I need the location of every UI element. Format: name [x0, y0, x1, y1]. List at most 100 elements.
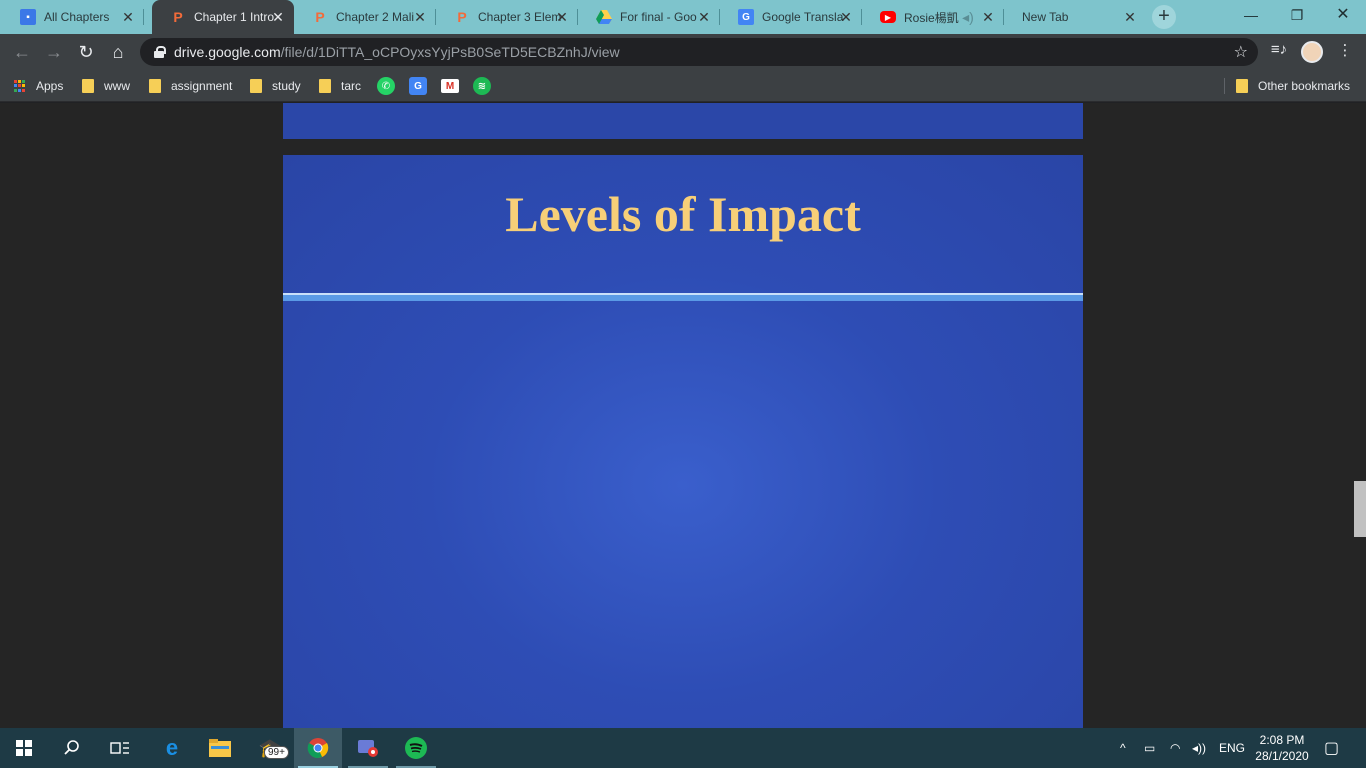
tab-strip: ▪ All Chapters ✕ P Chapter 1 Intro ✕ P C…	[0, 0, 1366, 34]
search-button[interactable]	[48, 728, 96, 768]
minimize-button[interactable]: —	[1228, 0, 1274, 30]
tab-youtube[interactable]: ▶ Rosie楊凱 ◂) ✕	[862, 0, 1004, 34]
google-translate-icon[interactable]: G	[409, 77, 427, 95]
close-tab-icon[interactable]: ✕	[554, 9, 570, 26]
browser-toolbar: ← → ↻ ⌂ drive.google.com/file/d/1DiTTA_o…	[0, 34, 1366, 70]
folder-icon	[319, 79, 331, 93]
reload-button[interactable]: ↻	[74, 40, 98, 64]
tab-title: For final - Goo	[620, 10, 697, 24]
home-button[interactable]: ⌂	[106, 40, 130, 64]
bookmark-folder-study[interactable]: study	[250, 76, 301, 96]
lock-icon[interactable]	[154, 46, 166, 58]
chrome-taskbar-button[interactable]	[294, 728, 342, 768]
scrollbar-thumb[interactable]	[1354, 481, 1366, 537]
forward-button[interactable]: →	[42, 40, 66, 64]
tab-title: All Chapters	[44, 10, 110, 24]
tab-new-tab[interactable]: New Tab ✕	[1004, 0, 1146, 34]
bookmark-apps[interactable]: Apps	[14, 76, 63, 96]
profile-avatar[interactable]	[1301, 41, 1323, 63]
task-view-icon	[110, 742, 129, 754]
document-viewer[interactable]: Levels of Impact	[0, 103, 1366, 728]
tab-chapter-2[interactable]: P Chapter 2 Mali ✕	[294, 0, 436, 34]
wifi-icon[interactable]: ◠	[1170, 728, 1180, 768]
restore-button[interactable]: ❐	[1274, 0, 1320, 30]
slide-title-rule	[283, 293, 1083, 301]
bookmark-other[interactable]: Other bookmarks	[1236, 76, 1350, 96]
mute-tab-icon[interactable]: ◂)	[960, 9, 976, 26]
bookmark-label: www	[104, 79, 130, 93]
close-tab-icon[interactable]: ✕	[412, 9, 428, 26]
tab-title: Chapter 3 Elem	[478, 10, 562, 24]
menu-kebab-icon[interactable]: ⋮	[1334, 41, 1356, 59]
close-tab-icon[interactable]: ✕	[980, 9, 996, 26]
tab-google-translate[interactable]: G Google Transla ✕	[720, 0, 862, 34]
gmail-icon[interactable]: M	[441, 79, 459, 93]
bookmark-folder-www[interactable]: www	[82, 76, 130, 96]
clock-date: 28/1/2020	[1255, 749, 1309, 763]
close-window-button[interactable]: ✕	[1320, 0, 1366, 30]
previous-slide	[283, 103, 1083, 139]
clock-time: 2:08 PM	[1259, 733, 1305, 747]
bookmark-label: tarc	[341, 79, 362, 93]
folder-icon	[82, 79, 94, 93]
start-button[interactable]	[0, 728, 48, 768]
apps-grid-icon	[14, 80, 26, 92]
tab-for-final[interactable]: For final - Goo ✕	[578, 0, 720, 34]
tab-all-chapters[interactable]: ▪ All Chapters ✕	[2, 0, 144, 34]
google-drive-icon	[596, 9, 612, 25]
bookmark-star-icon[interactable]: ☆	[1234, 42, 1248, 62]
back-button[interactable]: ←	[10, 40, 34, 64]
edge-browser-icon[interactable]: e	[148, 728, 196, 768]
powerpoint-icon: P	[173, 9, 183, 25]
spotify-taskbar-button[interactable]	[392, 728, 440, 768]
tab-chapter-3[interactable]: P Chapter 3 Elem ✕	[436, 0, 578, 34]
spotify-icon[interactable]: ≋	[473, 77, 491, 95]
google-sites-icon: ▪	[20, 9, 36, 25]
close-tab-icon[interactable]: ✕	[696, 9, 712, 26]
recorder-app-button[interactable]	[344, 728, 392, 768]
tab-title: Google Transla	[762, 10, 844, 24]
notification-center-icon[interactable]: ▢	[1324, 728, 1339, 768]
bookmark-folder-assignment[interactable]: assignment	[149, 76, 232, 96]
new-tab-button[interactable]: +	[1152, 5, 1176, 29]
close-tab-icon[interactable]: ✕	[1122, 9, 1138, 26]
bookmark-label: study	[272, 79, 301, 93]
chrome-icon	[307, 738, 329, 758]
folder-icon	[250, 79, 262, 93]
bookmark-folder-tarc[interactable]: tarc	[319, 76, 361, 96]
address-bar[interactable]: drive.google.com/file/d/1DiTTA_oCPOyxsYy…	[140, 38, 1258, 66]
slide: Levels of Impact	[283, 155, 1083, 728]
file-explorer-icon[interactable]	[196, 728, 244, 768]
powerpoint-icon: P	[457, 9, 467, 25]
tab-chapter-1[interactable]: P Chapter 1 Intro ✕	[152, 0, 294, 34]
battery-icon[interactable]: ▭	[1144, 728, 1155, 768]
show-hidden-icons-button[interactable]: ^	[1120, 728, 1126, 768]
powerpoint-icon: P	[315, 9, 325, 25]
close-tab-icon[interactable]: ✕	[838, 9, 854, 26]
tab-title: Rosie楊凱	[904, 10, 959, 25]
bookmark-label: assignment	[171, 79, 233, 93]
search-icon	[64, 740, 79, 755]
folder-icon	[1236, 79, 1248, 93]
url-host: drive.google.com	[174, 44, 281, 60]
bookmark-label: Other bookmarks	[1258, 79, 1351, 93]
notification-badge: 99+	[264, 746, 289, 759]
volume-icon[interactable]: ◂))	[1192, 728, 1206, 768]
taskbar-clock[interactable]: 2:08 PM 28/1/2020	[1250, 732, 1314, 764]
tab-separator	[143, 9, 144, 25]
bookmark-label: Apps	[36, 79, 64, 93]
url-path: /file/d/1DiTTA_oCPOyxsYyjPsB0SeTD5ECBZnh…	[280, 44, 620, 60]
language-indicator[interactable]: ENG	[1219, 728, 1245, 768]
windows-logo-icon	[16, 740, 32, 756]
folder-icon	[149, 79, 161, 93]
google-translate-icon: G	[738, 9, 754, 25]
task-view-button[interactable]	[96, 728, 144, 768]
media-control-icon[interactable]: ≡♪	[1268, 41, 1290, 58]
bookmarks-separator	[1224, 78, 1225, 94]
tab-title: Chapter 2 Mali	[336, 10, 415, 24]
windows-taskbar: e 🎓 99+ ^ ▭ ◠ ◂)) ENG 2:08 PM 28/1/2020 …	[0, 728, 1366, 768]
school-app-button[interactable]: 🎓 99+	[246, 728, 294, 768]
close-tab-icon[interactable]: ✕	[120, 9, 136, 26]
whatsapp-icon[interactable]: ✆	[377, 77, 395, 95]
close-tab-icon[interactable]: ✕	[270, 9, 286, 26]
